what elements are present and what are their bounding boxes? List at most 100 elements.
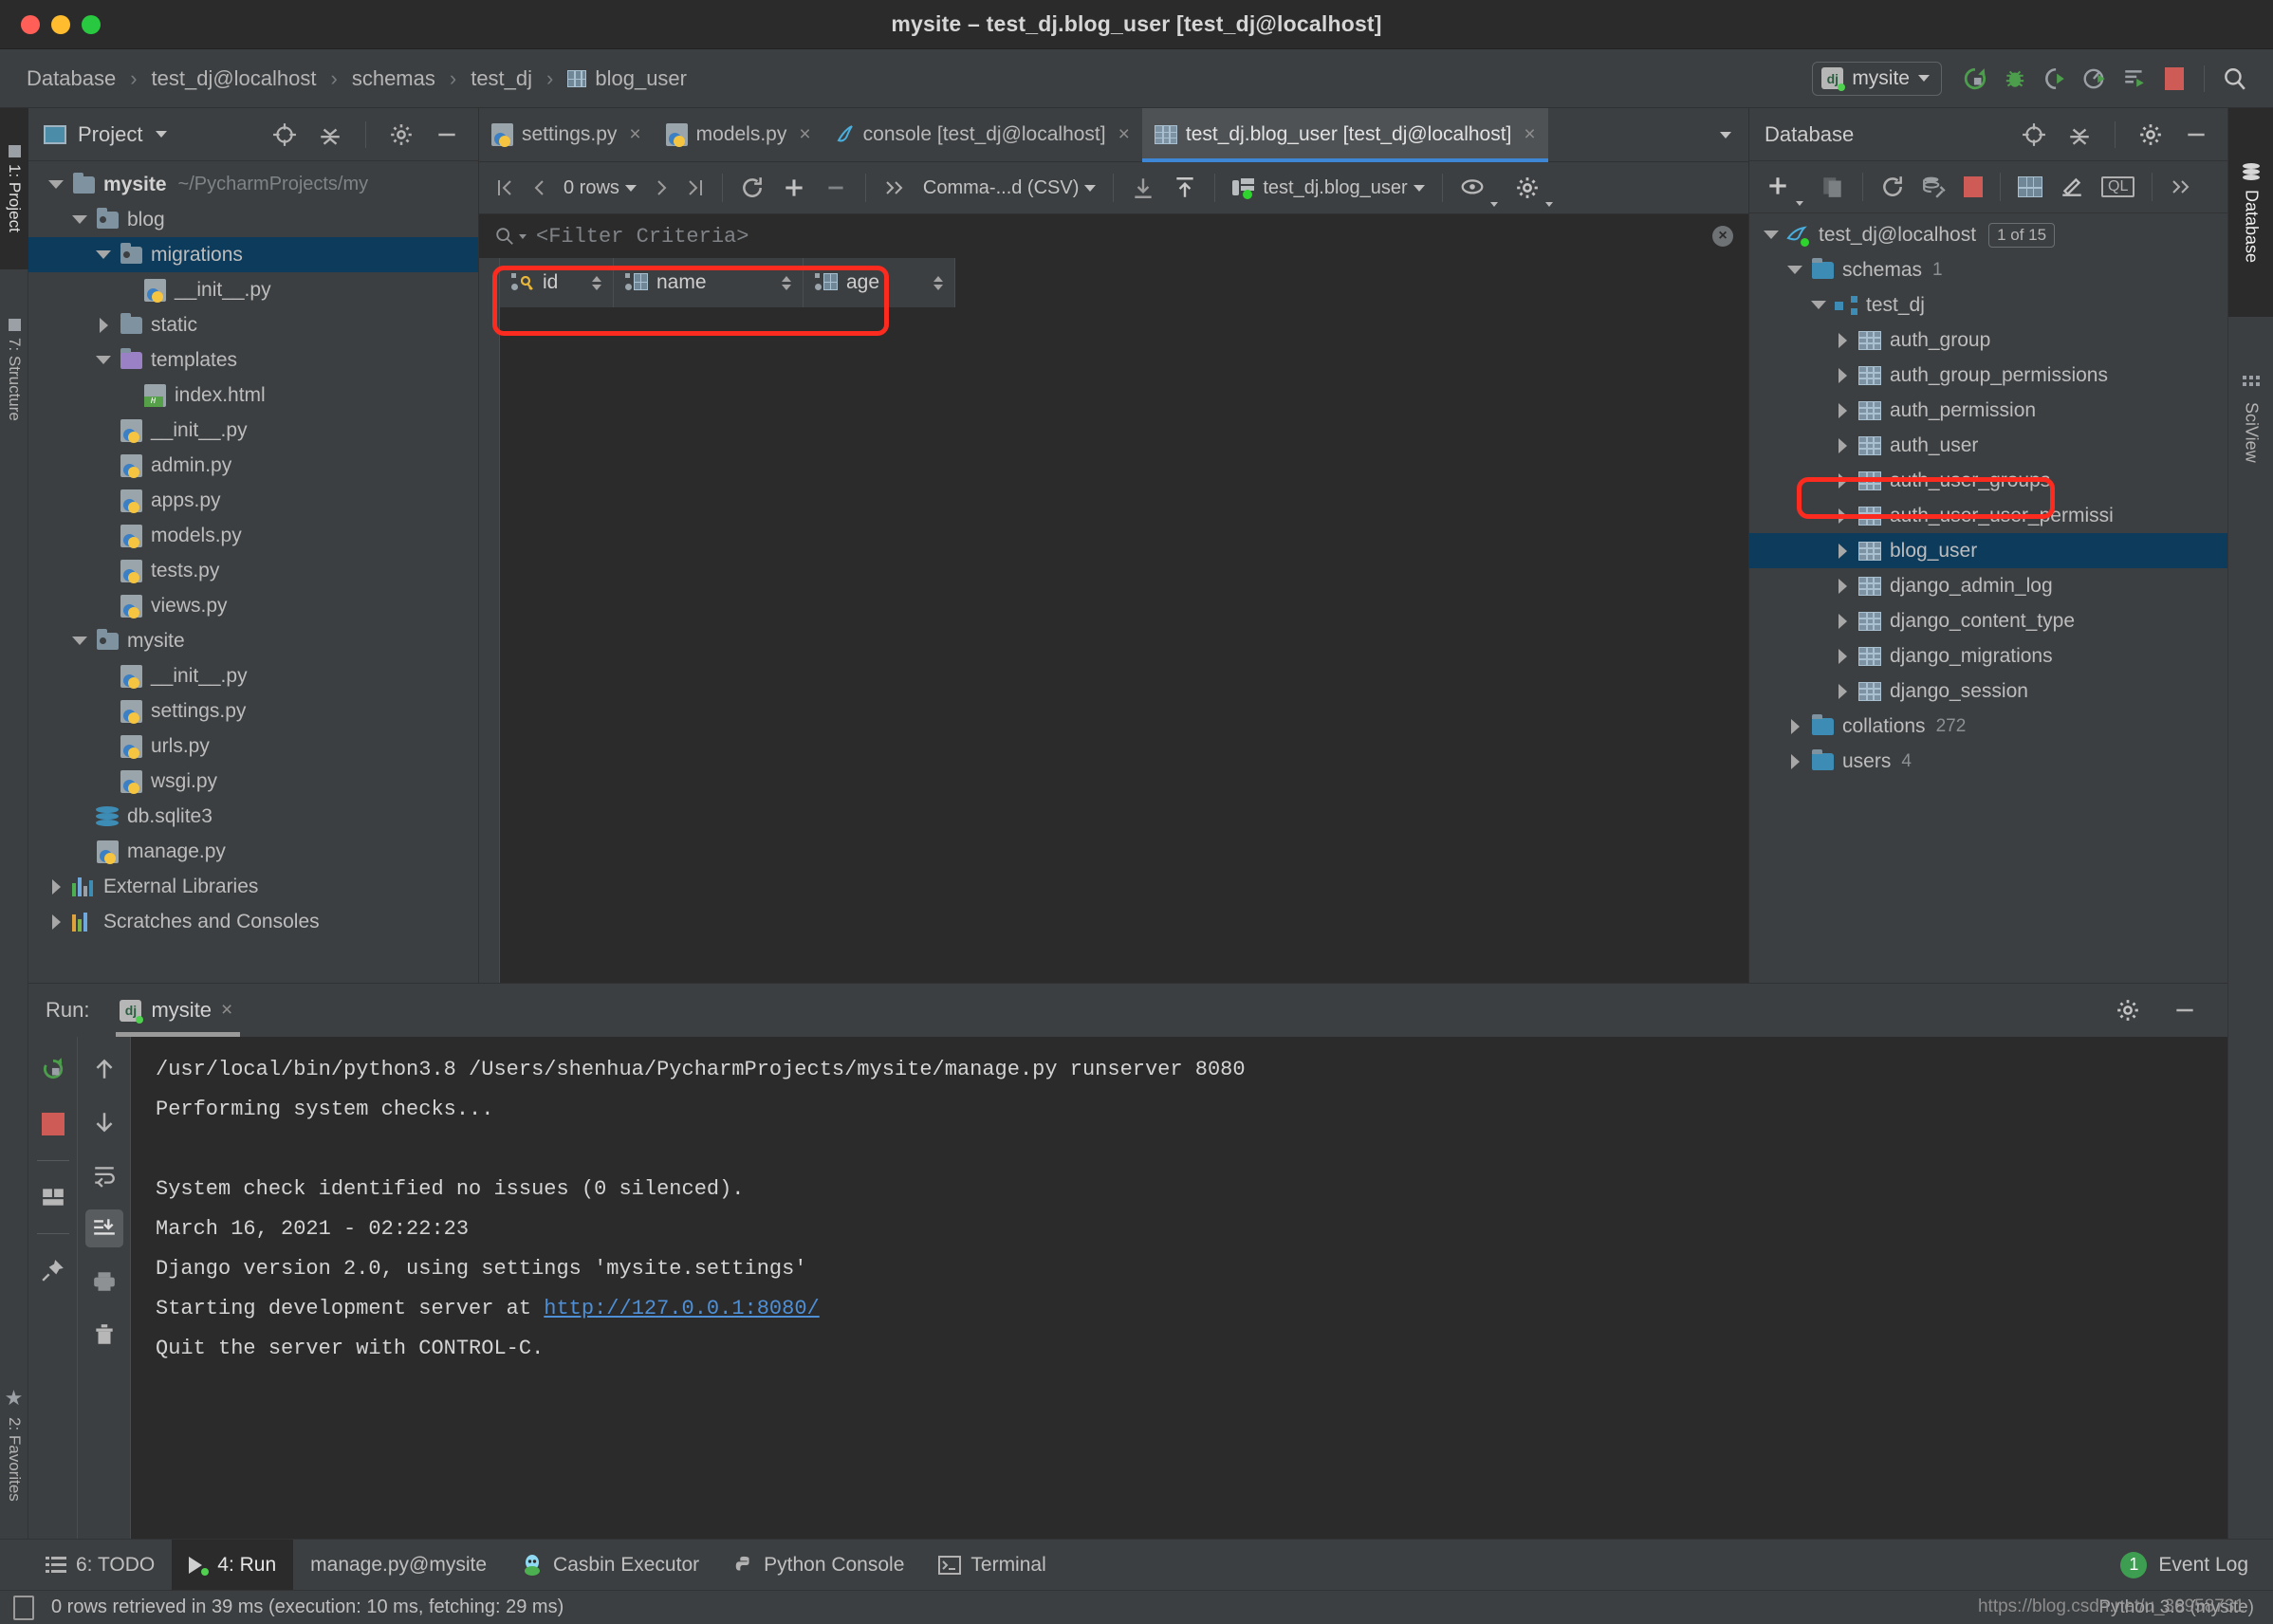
breadcrumb-item-table[interactable]: blog_user <box>565 66 689 91</box>
zoom-button[interactable] <box>82 15 101 34</box>
chevron-right-icon[interactable] <box>1838 648 1847 664</box>
project-tree-item[interactable]: tests.py <box>28 553 478 588</box>
project-tree-item[interactable]: __init__.py <box>28 272 478 307</box>
tree-twisty[interactable] <box>1828 402 1857 418</box>
sidebar-item-database[interactable]: Database <box>2228 108 2273 317</box>
tree-twisty[interactable] <box>42 914 70 930</box>
close-icon[interactable]: × <box>1524 123 1535 146</box>
close-icon[interactable]: × <box>799 123 810 146</box>
run-anything-button[interactable] <box>2115 59 2154 99</box>
editor-tab[interactable]: test_dj.blog_user [test_dj@localhost] × <box>1141 108 1548 162</box>
add-row-button[interactable] <box>773 169 815 207</box>
datagrid-column-header[interactable]: age <box>804 258 955 307</box>
soft-wrap-button[interactable] <box>85 1156 123 1194</box>
scroll-to-end-button[interactable] <box>84 1209 123 1247</box>
run-configuration-selector[interactable]: dj mysite <box>1812 61 1942 96</box>
modify-button[interactable] <box>2051 168 2093 206</box>
query-console-button[interactable]: QL <box>2093 168 2143 206</box>
import-data-button[interactable] <box>1164 169 1206 207</box>
database-tools-button[interactable] <box>1913 168 1955 206</box>
refresh-button[interactable] <box>1872 168 1913 206</box>
locate-icon[interactable] <box>265 115 305 155</box>
search-everywhere-button[interactable] <box>2214 59 2254 99</box>
database-tree-item[interactable]: test_dj <box>1749 287 2227 323</box>
gear-icon[interactable] <box>381 115 421 155</box>
bottom-tab-terminal[interactable]: Terminal <box>921 1540 1063 1591</box>
project-tree-item[interactable]: views.py <box>28 588 478 623</box>
chevron-right-icon[interactable] <box>1838 472 1847 489</box>
sidebar-item-favorites[interactable]: ★ 2: Favorites <box>0 1349 28 1539</box>
event-log-area[interactable]: 1 Event Log <box>2120 1551 2273 1578</box>
project-tree-item[interactable]: apps.py <box>28 483 478 518</box>
delete-row-button[interactable] <box>815 169 857 207</box>
bottom-tab-run[interactable]: 4: Run <box>172 1539 294 1591</box>
database-tree-item[interactable]: blog_user <box>1749 533 2227 568</box>
run-with-coverage-button[interactable] <box>2035 59 2075 99</box>
chevron-right-icon[interactable] <box>1838 367 1847 383</box>
datagrid-column-header[interactable]: name <box>614 258 804 307</box>
run-button[interactable] <box>1955 59 1995 99</box>
chevron-right-icon[interactable] <box>99 317 108 333</box>
chevron-right-icon[interactable] <box>1838 613 1847 629</box>
filter-clear-icon[interactable]: × <box>1712 226 1733 247</box>
filter-input[interactable]: <Filter Criteria> <box>536 225 748 249</box>
duplicate-button[interactable] <box>1812 168 1854 206</box>
tree-twisty[interactable] <box>1828 332 1857 348</box>
rows-count-selector[interactable]: 0 rows <box>555 169 645 207</box>
tree-twisty[interactable] <box>42 180 70 189</box>
editor-tab[interactable]: models.py × <box>654 108 823 161</box>
bottom-tab-python-console[interactable]: Python Console <box>716 1540 921 1591</box>
hide-panel-icon[interactable] <box>427 115 467 155</box>
close-icon[interactable]: × <box>629 123 640 146</box>
next-page-button[interactable] <box>645 169 677 207</box>
export-data-button[interactable] <box>1122 169 1164 207</box>
tree-twisty[interactable] <box>65 215 94 224</box>
project-tree-item[interactable]: blog <box>28 202 478 237</box>
chevron-right-icon[interactable] <box>1790 718 1800 734</box>
chevron-down-icon[interactable] <box>96 250 111 259</box>
breadcrumb-item-database[interactable]: Database <box>25 66 118 91</box>
project-tree-item[interactable]: models.py <box>28 518 478 553</box>
hide-panel-icon[interactable] <box>2165 990 2205 1030</box>
datagrid-column-header[interactable]: id <box>500 258 614 307</box>
down-button[interactable] <box>85 1103 123 1141</box>
sort-arrows-icon[interactable] <box>933 275 943 290</box>
tree-twisty[interactable] <box>1828 437 1857 453</box>
chevron-right-icon[interactable] <box>1838 508 1847 524</box>
project-tree-item[interactable]: __init__.py <box>28 658 478 693</box>
datasource-selector[interactable]: test_dj.blog_user <box>1224 169 1432 207</box>
project-tree-item[interactable]: admin.py <box>28 448 478 483</box>
up-button[interactable] <box>85 1050 123 1088</box>
database-tree-item[interactable]: django_content_type <box>1749 603 2227 638</box>
database-tree-item[interactable]: django_session <box>1749 674 2227 709</box>
tree-twisty[interactable] <box>1828 648 1857 664</box>
collapse-all-icon[interactable] <box>2060 115 2099 155</box>
breadcrumb-item-schema[interactable]: test_dj <box>469 66 534 91</box>
chevron-down-icon[interactable] <box>96 356 111 364</box>
transpose-button[interactable] <box>875 169 915 207</box>
filter-bar[interactable]: <Filter Criteria> × <box>479 214 1748 258</box>
project-tree-item[interactable]: urls.py <box>28 729 478 764</box>
console-link[interactable]: http://127.0.0.1:8080/ <box>544 1297 819 1320</box>
database-tree-item[interactable]: auth_user_user_permissi <box>1749 498 2227 533</box>
database-tree-item[interactable]: django_migrations <box>1749 638 2227 674</box>
print-button[interactable] <box>85 1263 123 1301</box>
sidebar-item-project[interactable]: 1: Project <box>0 108 28 269</box>
tree-twisty[interactable] <box>1781 266 1809 274</box>
project-tree-item[interactable]: External Libraries <box>28 869 478 904</box>
trash-button[interactable] <box>85 1316 123 1354</box>
database-tree[interactable]: test_dj@localhost 1 of 15 schemas 1 test_dj a… <box>1749 213 2227 779</box>
datagrid-column-headers[interactable]: id name age <box>500 258 1748 307</box>
pin-button[interactable] <box>34 1251 72 1289</box>
chevron-right-icon[interactable] <box>51 914 61 930</box>
project-tree-item[interactable]: Scratches and Consoles <box>28 904 478 939</box>
project-tree-item[interactable]: Hindex.html <box>28 378 478 413</box>
chevron-right-icon[interactable] <box>1838 332 1847 348</box>
export-format-selector[interactable]: Comma-...d (CSV) <box>915 169 1104 207</box>
gear-icon[interactable] <box>2131 115 2171 155</box>
tree-twisty[interactable] <box>42 878 70 895</box>
chevron-right-icon[interactable] <box>1838 402 1847 418</box>
close-button[interactable] <box>21 15 40 34</box>
chevron-down-icon[interactable] <box>1811 301 1826 309</box>
sidebar-item-structure[interactable]: 7: Structure <box>0 275 28 465</box>
